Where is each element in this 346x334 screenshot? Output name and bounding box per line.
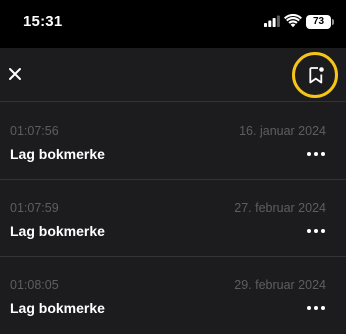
- list-item[interactable]: 01:07:56 16. januar 2024 Lag bokmerke: [0, 103, 346, 180]
- bookmark-date: 27. februar 2024: [234, 201, 326, 215]
- more-icon: [307, 152, 325, 156]
- bookmark-time: 01:07:59: [10, 201, 59, 215]
- wifi-icon: [284, 14, 302, 28]
- toolbar: [0, 48, 346, 102]
- bookmark-title: Lag bokmerke: [10, 223, 105, 239]
- battery-level: 73: [312, 16, 325, 27]
- more-options-button[interactable]: [306, 224, 326, 236]
- bookmark-add-icon: [309, 67, 324, 84]
- close-button[interactable]: [4, 63, 26, 85]
- bookmark-date: 29. februar 2024: [234, 278, 326, 292]
- list-item[interactable]: 01:08:05 29. februar 2024 Lag bokmerke: [0, 257, 346, 334]
- bookmark-date: 16. januar 2024: [239, 124, 326, 138]
- bookmark-time: 01:08:05: [10, 278, 59, 292]
- list-item[interactable]: 01:07:59 27. februar 2024 Lag bokmerke: [0, 180, 346, 257]
- battery-cap: [332, 19, 334, 25]
- signal-icon: [264, 15, 280, 27]
- close-icon: [9, 68, 21, 80]
- bookmark-list: 01:07:56 16. januar 2024 Lag bokmerke 01…: [0, 103, 346, 334]
- more-icon: [307, 229, 325, 233]
- battery-icon: 73: [306, 15, 331, 29]
- more-options-button[interactable]: [306, 301, 326, 313]
- status-bar: 15:31 73: [0, 0, 346, 48]
- bookmark-title: Lag bokmerke: [10, 300, 105, 316]
- status-time: 15:31: [23, 13, 63, 30]
- more-options-button[interactable]: [306, 147, 326, 159]
- bookmark-time: 01:07:56: [10, 124, 59, 138]
- bookmark-title: Lag bokmerke: [10, 146, 105, 162]
- more-icon: [307, 306, 325, 310]
- add-bookmark-button[interactable]: [292, 52, 338, 98]
